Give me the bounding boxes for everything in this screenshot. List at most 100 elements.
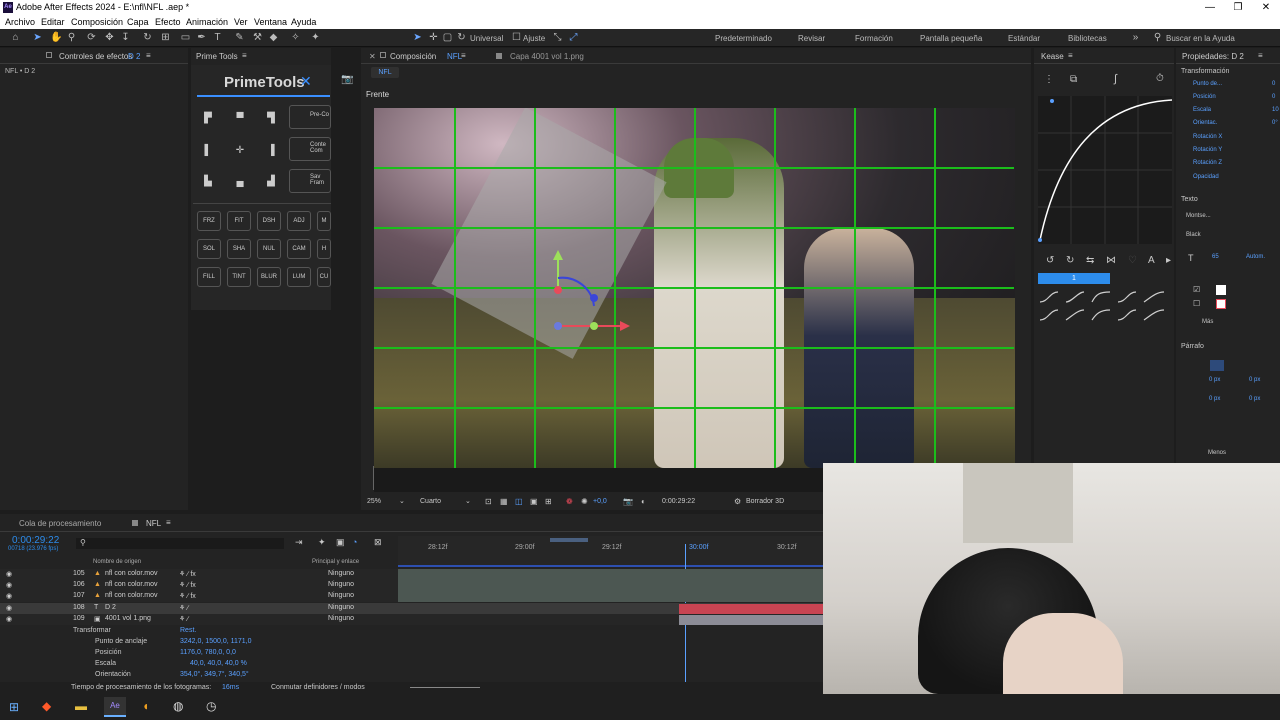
snap-target-icon[interactable]: ⤡ bbox=[552, 32, 563, 43]
type-tool-icon[interactable]: T bbox=[212, 32, 223, 43]
lum-button[interactable]: LUM bbox=[287, 267, 311, 287]
comp-flowchart-icon[interactable]: ⇥ bbox=[295, 537, 303, 548]
space-after-value[interactable]: 0 px bbox=[1249, 396, 1260, 402]
leading-value[interactable]: Autom. bbox=[1246, 254, 1265, 260]
switches[interactable]: ⚘ ∕ fx bbox=[179, 570, 196, 578]
comp-subtab[interactable]: NFL bbox=[371, 67, 399, 78]
menu-ver[interactable]: Ver bbox=[234, 17, 248, 27]
menu-composicion[interactable]: Composición bbox=[71, 17, 123, 27]
eye-icon[interactable]: ◉ bbox=[6, 592, 12, 600]
stroke-color-swatch[interactable] bbox=[1216, 299, 1226, 309]
universal-label[interactable]: Universal bbox=[470, 34, 503, 43]
time-ruler[interactable]: 28:12f 29:00f 29:12f 30:00f 30:12f bbox=[398, 536, 823, 567]
workspace-predeterminado[interactable]: Predeterminado bbox=[715, 34, 772, 43]
parent-dropdown[interactable]: Ninguno bbox=[328, 615, 354, 622]
panel-menu-icon[interactable]: ≡ bbox=[146, 51, 151, 60]
rotate-axis-icon[interactable]: ↻ bbox=[456, 32, 467, 43]
more-text-options[interactable]: Más bbox=[1202, 319, 1213, 325]
clone-stamp-icon[interactable]: ⚒ bbox=[252, 32, 263, 43]
menu-ayuda[interactable]: Ayuda bbox=[291, 17, 316, 27]
text-icon[interactable]: A bbox=[1148, 255, 1155, 266]
font-style-dropdown[interactable]: Black bbox=[1186, 232, 1201, 238]
prop-value[interactable]: 1176,0, 780,0, 0,0 bbox=[180, 649, 236, 656]
roi-icon[interactable]: ▣ bbox=[530, 497, 538, 506]
align-bottom-center-icon[interactable]: ▄ bbox=[233, 176, 247, 188]
snapshot-icon[interactable]: 📷 bbox=[623, 497, 633, 506]
pan-tool-icon[interactable]: ✥ bbox=[104, 32, 115, 43]
menu-capa[interactable]: Capa bbox=[127, 17, 149, 27]
align-center-icon[interactable]: ✛ bbox=[233, 145, 247, 157]
align-top-left-icon[interactable]: ▛ bbox=[201, 113, 215, 125]
current-time-display[interactable]: 0:00:29:22 bbox=[12, 535, 59, 546]
orbit-tool-icon[interactable]: ⟳ bbox=[86, 32, 97, 43]
prop-scale[interactable]: Escala bbox=[1193, 107, 1211, 113]
transform-section[interactable]: Transformación bbox=[1181, 68, 1229, 75]
align-middle-right-icon[interactable]: ▐ bbox=[264, 145, 278, 157]
properties-tab[interactable]: Propiedades: D 2 bbox=[1182, 52, 1244, 61]
more-workspaces-icon[interactable]: » bbox=[1130, 32, 1141, 43]
prop-anchor[interactable]: Punto de... bbox=[1193, 81, 1222, 87]
prop-value[interactable]: 3242,0, 1500,0, 1171,0 bbox=[180, 638, 252, 645]
renderer-label[interactable]: Borrador 3D bbox=[746, 498, 784, 505]
layer-name[interactable]: nfl con color.mov bbox=[105, 581, 158, 588]
anchor-tool-icon[interactable]: ⊞ bbox=[160, 32, 171, 43]
cam-button[interactable]: CAM bbox=[287, 239, 311, 259]
menu-archivo[interactable]: Archivo bbox=[5, 17, 35, 27]
zoom-dropdown[interactable]: 25% bbox=[367, 498, 381, 505]
layer-search-input[interactable] bbox=[76, 538, 284, 549]
eye-icon[interactable]: ◉ bbox=[6, 615, 12, 623]
preset-curves[interactable] bbox=[1038, 288, 1172, 324]
footage-tab[interactable]: Capa 4001 vol 1.png bbox=[510, 52, 584, 61]
brave-icon[interactable]: ◆ bbox=[42, 699, 51, 713]
prop-rotation-x[interactable]: Rotación X bbox=[1193, 134, 1222, 140]
panel-menu-icon[interactable]: ≡ bbox=[166, 518, 171, 527]
tint-button[interactable]: TINT bbox=[227, 267, 251, 287]
move-axis-icon[interactable]: ✛ bbox=[428, 32, 439, 43]
panel-menu-icon[interactable]: ≡ bbox=[1068, 51, 1073, 60]
align-center-text-icon[interactable] bbox=[1210, 360, 1224, 371]
precompose-button[interactable]: Pre-Co bbox=[289, 105, 331, 129]
prop-rotation-y[interactable]: Rotación Y bbox=[1193, 147, 1222, 153]
text-layer-bar[interactable] bbox=[679, 604, 823, 614]
sol-button[interactable]: SOL bbox=[197, 239, 221, 259]
align-top-right-icon[interactable]: ▜ bbox=[264, 113, 278, 125]
mirror-icon[interactable]: ⋈ bbox=[1106, 255, 1116, 266]
prop-value-1[interactable]: 0 bbox=[1272, 81, 1275, 87]
layer-name[interactable]: 4001 vol 1.png bbox=[105, 615, 151, 622]
parent-dropdown[interactable]: Ninguno bbox=[328, 570, 354, 577]
grid-toggle-icon[interactable]: ⊞ bbox=[545, 497, 552, 506]
copy-icon[interactable]: ⧉ bbox=[1070, 74, 1077, 85]
parent-dropdown[interactable]: Ninguno bbox=[328, 581, 354, 588]
switches[interactable]: ⚘ ∕ fx bbox=[179, 592, 196, 600]
workspace-revisar[interactable]: Revisar bbox=[798, 34, 825, 43]
nfl-timeline-tab[interactable]: NFL bbox=[146, 519, 161, 528]
render-queue-tab[interactable]: Cola de procesamiento bbox=[19, 519, 101, 528]
exposure-icon[interactable]: ✺ bbox=[581, 497, 588, 506]
blur-button[interactable]: BLUR bbox=[257, 267, 281, 287]
kease-tab[interactable]: Kease bbox=[1041, 52, 1064, 61]
adj-button[interactable]: ADJ bbox=[287, 211, 311, 231]
home-icon[interactable]: ⌂ bbox=[10, 32, 21, 43]
paragraph-section[interactable]: Párrafo bbox=[1181, 343, 1204, 350]
composition-viewer[interactable] bbox=[374, 108, 1015, 468]
chrome-icon[interactable]: ◍ bbox=[173, 699, 183, 713]
windows-icon[interactable]: ⊞ bbox=[9, 700, 19, 714]
menu-efecto[interactable]: Efecto bbox=[155, 17, 181, 27]
contents-button[interactable]: Conte Com bbox=[289, 137, 331, 161]
snap-expand-icon[interactable]: ⤢ bbox=[568, 32, 579, 43]
scale-axis-icon[interactable]: ▢ bbox=[442, 32, 453, 43]
panel-lock-icon[interactable] bbox=[46, 52, 52, 58]
zoom-slider[interactable] bbox=[410, 687, 480, 688]
ease-slider[interactable]: 1 bbox=[1038, 273, 1110, 284]
layer-name[interactable]: nfl con color.mov bbox=[105, 592, 158, 599]
motion-blur-icon[interactable]: ◔ bbox=[352, 537, 357, 547]
pen-tool-icon[interactable]: ✒ bbox=[196, 32, 207, 43]
toggle-switches-modes[interactable]: Conmutar definidores / modos bbox=[271, 684, 365, 691]
eye-icon[interactable]: ◉ bbox=[6, 604, 12, 612]
panel-menu-icon[interactable]: ≡ bbox=[461, 51, 466, 60]
switches[interactable]: ⚘ ∕ bbox=[179, 615, 188, 623]
axis-select-icon[interactable]: ➤ bbox=[412, 32, 423, 43]
puppet-pin-icon[interactable]: ✦ bbox=[310, 32, 321, 43]
save-frame-button[interactable]: Sav Fram bbox=[289, 169, 331, 193]
h-button[interactable]: H bbox=[317, 239, 331, 259]
